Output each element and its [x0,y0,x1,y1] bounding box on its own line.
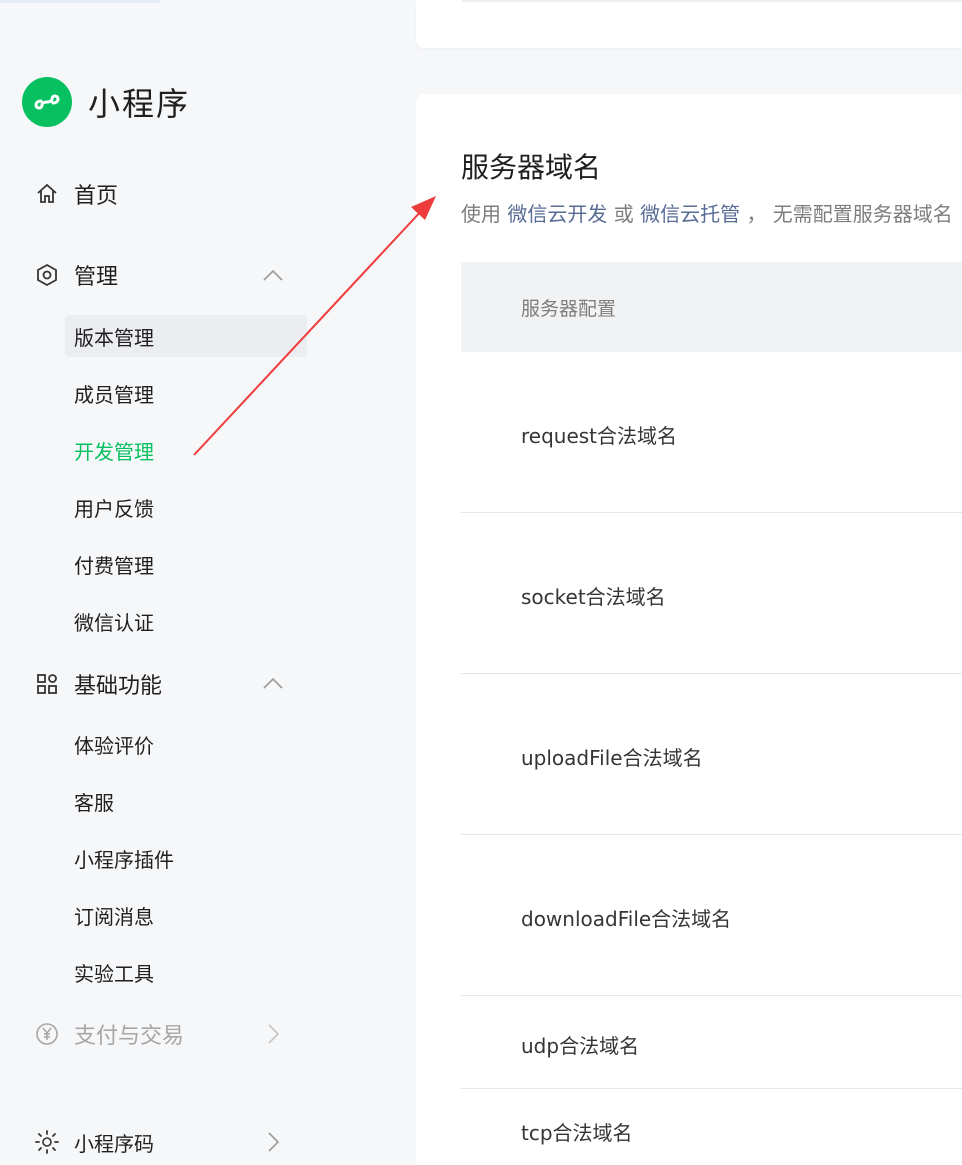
annotation-arrow [193,196,436,456]
page: 小程序 首页 管理 版本管理 成员管理 开发管理 用户反馈 付费管理 微信认证 [0,0,962,1165]
